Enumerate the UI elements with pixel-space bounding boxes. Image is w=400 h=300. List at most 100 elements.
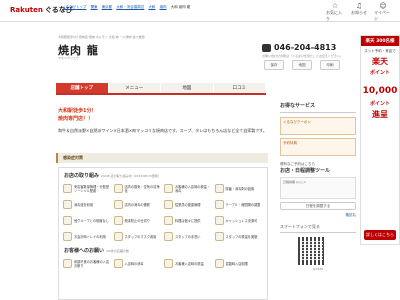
measure-label: スタッフの検温を実施	[225, 234, 258, 239]
coupon-card[interactable]: ぐるなびクーポン	[280, 117, 356, 135]
measure-label: テーブル・席間隔の調整	[225, 202, 261, 207]
measure-item: スタッフの手洗い	[164, 230, 213, 243]
measure-item: 消毒液を利用	[63, 198, 112, 211]
measure-item: スタッフの検温を実施	[214, 230, 264, 243]
measure-label: お会計時トレイの利用	[74, 234, 106, 239]
favorite-button[interactable]: ☆ お気に入り	[326, 2, 344, 22]
measures-title: お店の取り組み 24/48 店が取り組み中（2023/08/15更新）	[59, 168, 267, 182]
measure-label: スタッフの手洗い	[175, 234, 201, 239]
notice-label: お知らせ	[351, 10, 367, 15]
notice-button[interactable]: ♫ お知らせ	[350, 2, 368, 22]
measure-icon	[214, 232, 224, 241]
customer-label: 体調不良のお客様の入店お断り	[74, 259, 110, 268]
customers-note: 4/6件の店舗の数	[106, 249, 129, 253]
measure-label: 来店客数量管理・分散型ソーシャル配慮	[74, 184, 110, 193]
ad-point: ポイント	[369, 70, 390, 76]
print-button[interactable]: 印刷	[320, 60, 340, 70]
measure-label: スタッフのマスク着用	[124, 234, 157, 239]
customers-title-text: お客様へのお願い	[64, 248, 105, 254]
breadcrumb-item[interactable]: 大和・河合橋周辺	[116, 5, 144, 9]
measure-icon	[63, 216, 72, 225]
user-icon: ☺	[379, 2, 387, 10]
logo-brand: Rakuten	[10, 6, 43, 14]
map-button[interactable]: 地図	[292, 60, 312, 70]
measure-item: 従業員の健康管理	[164, 198, 213, 211]
coupon-label: ぐるなびクーポン	[283, 120, 311, 124]
measure-label: 飛沫防止の仕切り	[124, 218, 151, 223]
service-title: お得なサービス	[280, 102, 356, 113]
rakuten-ad-banner[interactable]: 楽天 300名様 ネット予約・来店で 楽天 ポイント 10,000 ポイント 進…	[360, 35, 400, 245]
measure-label: お客様の入店時の検温・消毒	[175, 184, 211, 193]
measure-icon	[63, 184, 72, 193]
measure-item: 来店客数量管理・分散型ソーシャル配慮	[63, 182, 112, 195]
measure-item: キャッシュレス決済可	[214, 214, 264, 227]
breadcrumb-item[interactable]: ぐるなびトップ	[62, 5, 86, 9]
coupon-card[interactable]: 予約特典	[280, 138, 356, 156]
customers-title: お客様へのお願い 4/6件の店舗の数	[59, 243, 267, 257]
coupon-label: 予約特典	[283, 141, 297, 145]
shop-phone[interactable]: 046-204-4813	[274, 43, 336, 52]
tab-menu[interactable]: メニュー	[108, 83, 161, 93]
breadcrumb-item[interactable]: 東京都	[102, 5, 113, 9]
mypage-button[interactable]: ☺ マイページ	[374, 2, 392, 22]
breadcrumb-item[interactable]: 関東	[91, 5, 98, 9]
ad-amount: 10,000	[362, 86, 398, 96]
tab-top[interactable]: 店舗トップ	[56, 83, 109, 93]
schedule-button[interactable]: 日程を調整する	[280, 202, 356, 210]
customer-label: 入店時の消毒	[124, 261, 144, 266]
measure-icon	[214, 216, 224, 225]
star-icon: ☆	[331, 2, 339, 10]
measure-item: 店内の消毒の徹底	[113, 198, 163, 211]
mypage-label: マイページ	[374, 10, 390, 21]
customer-item: お客様入店時の検温	[164, 257, 213, 270]
phone-note: お問い合わせの際は「ぐるなびを見た」とお伝えください。	[262, 54, 343, 58]
customer-icon	[214, 259, 224, 268]
phone-view-title: スマートフォンで見る	[280, 224, 356, 233]
measure-icon	[113, 200, 123, 209]
breadcrumb: ぐるなびトップ 関東 東京都 大和・河合橋周辺 大和 焼肉 大和 焼肉 龍	[62, 5, 193, 10]
measure-label: 消毒液を利用	[74, 202, 94, 207]
measure-label: 店内の消毒の徹底	[124, 202, 151, 207]
measure-label: 従業員の健康管理	[175, 202, 201, 207]
site-header: Rakuten ぐるなび ぐるなびトップ 関東 東京都 大和・河合橋周辺 大和 焼…	[0, 0, 400, 22]
measure-item: お会計時トレイの利用	[63, 230, 112, 243]
customer-icon	[164, 259, 173, 268]
sidebar: お得なサービス ぐるなびクーポン 予約特典 便利なご予約はこちら お店・日程調整…	[280, 102, 356, 271]
shop-description: 和牛＆自然派野×自然派ワイン×日本酒×肉マッコリな焼肉店です。スープ、タレはもち…	[58, 128, 267, 133]
measure-item: テーブル・席間隔の調整	[214, 198, 264, 211]
customer-item: 体調不良のお客様の入店お断り	[63, 257, 112, 270]
tab-map[interactable]: 地図	[161, 83, 214, 93]
tool-link[interactable]: 諏訪丸	[280, 213, 357, 218]
shop-tagline: 大和駅徒歩1分 焼肉店 焼肉 ホルモン 大和 肉 一人焼肉 食べ放題	[58, 35, 145, 39]
breadcrumb-item[interactable]: 大和	[148, 5, 155, 9]
customer-icon	[113, 259, 123, 268]
tab-reviews[interactable]: 口コミ	[213, 83, 266, 93]
customer-label: お客様入店時の検温	[175, 261, 204, 266]
ad-point2: ポイント	[369, 101, 390, 107]
measure-icon	[164, 184, 173, 193]
measure-icon	[164, 200, 173, 209]
customer-label: 混雑時入店制限	[225, 261, 248, 266]
measure-item: スタッフのマスク着用	[113, 230, 163, 243]
measures-title-text: お店の取り組み	[64, 173, 100, 179]
shop-kana: ヤキニクリュウ	[58, 56, 80, 60]
phone-icon	[262, 44, 271, 52]
qr-note: @2535	[312, 267, 324, 271]
measure-label: 除菌・消毒剤の設置	[225, 186, 255, 191]
breadcrumb-current: 大和 焼肉 龍	[170, 5, 191, 9]
measure-label: 料理は個々に提供	[175, 218, 201, 223]
measure-label: 店内の換気・空気の清浄化	[124, 184, 160, 193]
catchcopy-line: 焼肉専門店！！	[58, 116, 94, 122]
save-button[interactable]: 保存	[264, 60, 284, 70]
measure-label: キャッシュレス決済可	[225, 218, 258, 223]
measure-icon	[164, 232, 173, 241]
ad-present: 進呈	[372, 110, 388, 119]
customer-item: 入店時の消毒	[113, 257, 163, 270]
customer-icon	[63, 259, 72, 268]
tool-title: お店・日程調整ツール	[280, 168, 331, 174]
ad-rakuten: 楽天	[372, 57, 388, 66]
customers-grid: 体調不良のお客様の入店お断り 入店時の消毒 お客様入店時の検温 混雑時入店制限	[59, 257, 267, 270]
breadcrumb-item[interactable]: 焼肉	[160, 5, 167, 9]
customer-item: 混雑時入店制限	[214, 257, 264, 270]
ad-more-button[interactable]: 詳しくはこちら	[364, 230, 396, 240]
